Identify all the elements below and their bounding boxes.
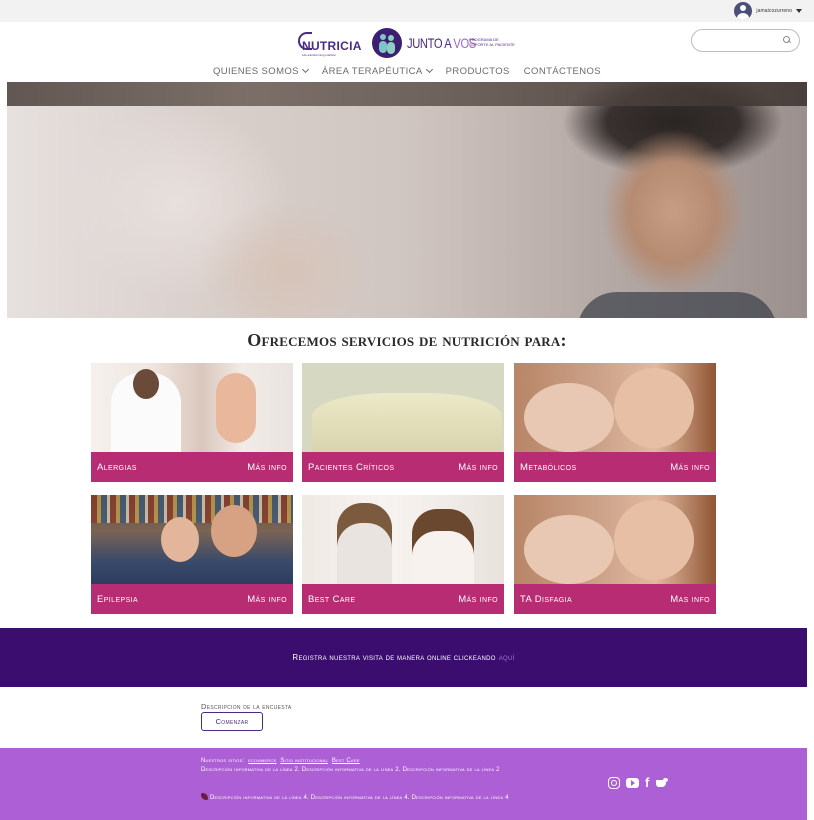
more-info-link[interactable]: Más info [670,462,710,473]
nav-item-label: Área Terapéutica [321,65,423,77]
service-card-bar[interactable]: Epilepsia Más info [91,584,293,614]
instagram-icon[interactable] [608,777,620,789]
chevron-down-icon [301,65,309,74]
footer-description-line4: Descripción informativa de la línea 4. D… [201,793,541,802]
service-card-image [514,363,716,452]
service-card-image [302,363,504,452]
nav-item-label: Contáctenos [523,65,602,77]
caret-down-icon[interactable] [796,9,802,13]
hero-figure [577,292,777,318]
social-links: f [608,776,669,789]
site-footer: Nuestros sitios: ecommerce Sitio institu… [0,748,807,820]
junto-logo-title: JUNTO A VOS [407,35,476,51]
service-card-bar[interactable]: TA Disfagia Mas info [514,584,716,614]
nav-item-0[interactable]: Quienes somos [212,64,309,78]
service-card-bar[interactable]: Pacientes Críticos Más info [302,452,504,482]
survey-description: Descripcion de la encuesta [201,702,292,711]
service-card-label: TA Disfagia [520,593,573,605]
service-card-bar[interactable]: Metabólicos Más info [514,452,716,482]
more-info-link[interactable]: Más info [458,462,498,473]
footer-link-institucional[interactable]: Sitio institucional [280,758,328,764]
more-info-link[interactable]: Más info [247,594,287,605]
footer-link-best-care[interactable]: Best Care [332,758,360,764]
footer-link-ecommerce[interactable]: ecommerce [248,758,276,764]
facebook-icon[interactable]: f [645,776,649,789]
register-banner: Registra nuestra visita de manera online… [0,628,807,687]
more-info-link[interactable]: Más info [247,462,287,473]
service-card-label: Alergias [97,461,137,473]
phone-icon [201,793,208,800]
top-bar: jamaicozurreno [0,0,814,22]
start-survey-button[interactable]: Comenzar [201,712,263,731]
service-card-ta-disfagia[interactable]: TA Disfagia Mas info [514,495,716,614]
service-card-epilepsia[interactable]: Epilepsia Más info [91,495,293,614]
services-title: Ofrecemos servicios de nutrición para: [247,330,567,350]
user-avatar-icon[interactable] [734,2,753,20]
hero-banner [7,82,807,318]
service-card-image [91,363,293,452]
service-card-best-care[interactable]: Best Care Más info [302,495,504,614]
service-card-label: Pacientes Críticos [308,461,395,473]
nav-item-3[interactable]: Contáctenos [524,64,601,78]
footer-sites-label: Nuestros sitios: [201,758,245,764]
search-input[interactable] [691,29,800,52]
nav-item-1[interactable]: Área Terapéutica [321,64,433,78]
chevron-down-icon [425,65,433,74]
main-nav: Quienes somos Área Terapéutica Productos Co… [0,64,814,78]
service-card-bar[interactable]: Best Care Más info [302,584,504,614]
nutricia-tagline: Life-transforming nutrition [302,53,337,57]
service-card-label: Epilepsia [97,593,139,605]
nutricia-logo-text: NUTRICIA [302,39,362,53]
search-icon[interactable] [783,36,791,44]
site-header: NUTRICIA Life-transforming nutrition JUN… [0,22,814,82]
register-link[interactable]: aquí [499,653,515,662]
more-info-link[interactable]: Mas info [670,594,710,605]
footer-description-line2: Descripción informativa de la línea 2. D… [201,767,500,773]
junto-logo-subtitle: PROGRAMA DE SOPORTE AL PACIENTE [469,37,515,47]
user-menu[interactable]: jamaicozurreno [734,2,802,20]
footer-sites: Nuestros sitios: ecommerce Sitio institu… [201,758,360,764]
username[interactable]: jamaicozurreno [756,8,792,14]
service-card-image [302,495,504,584]
youtube-icon[interactable] [626,778,639,788]
service-card-pacientes-criticos[interactable]: Pacientes Críticos Más info [302,363,504,482]
service-card-metabolicos[interactable]: Metabólicos Más info [514,363,716,482]
service-card-image [91,495,293,584]
more-info-link[interactable]: Más info [458,594,498,605]
service-card-bar[interactable]: Alergias Más info [91,452,293,482]
nav-item-2[interactable]: Productos [446,64,510,78]
service-card-alergias[interactable]: Alergias Más info [91,363,293,482]
junto-emblem-icon [372,28,402,58]
service-card-image [514,495,716,584]
junto-a-vos-logo[interactable]: JUNTO A VOS PROGRAMA DE SOPORTE AL PACIE… [372,28,517,58]
nutricia-logo[interactable]: NUTRICIA Life-transforming nutrition [296,30,361,58]
nav-item-label: Productos [445,65,510,77]
register-text: Registra nuestra visita de manera online… [292,653,515,662]
hero-top-band [7,82,807,106]
service-card-label: Best Care [308,593,356,605]
service-card-label: Metabólicos [520,461,577,473]
twitter-icon[interactable] [655,778,669,788]
nav-item-label: Quienes somos [212,65,299,77]
